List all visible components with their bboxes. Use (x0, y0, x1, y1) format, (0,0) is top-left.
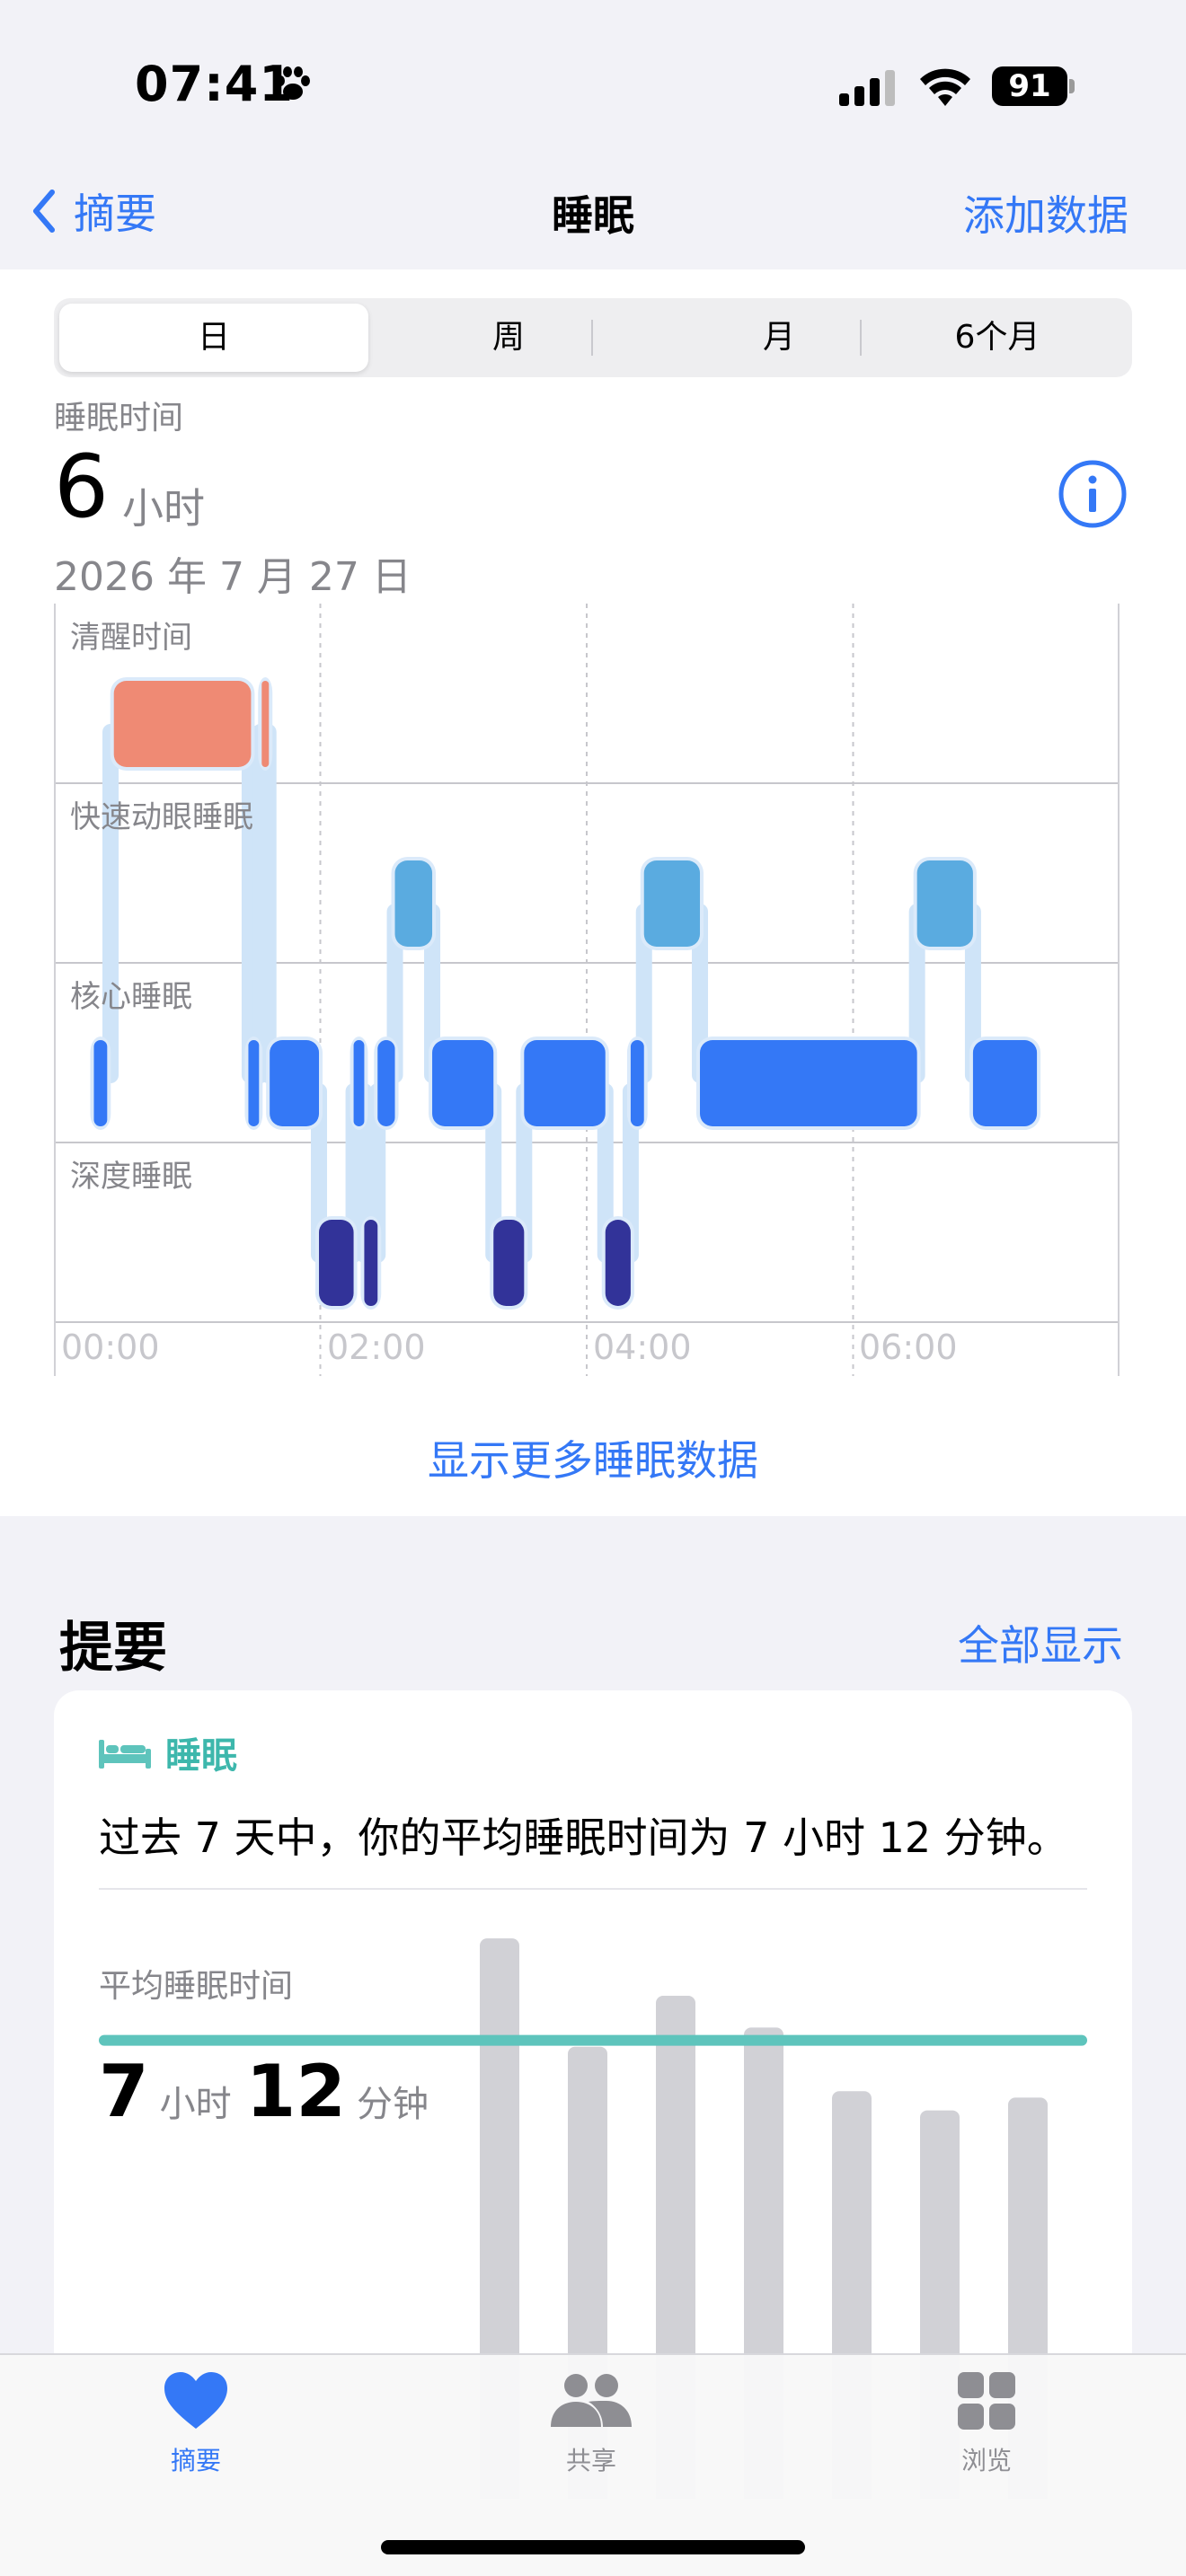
status-time: 07:41 (135, 56, 294, 112)
grid-icon (958, 2372, 1015, 2430)
battery-level: 91 (992, 66, 1067, 106)
average-sleep-value: 7 小时 12 分钟 (99, 2050, 443, 2133)
segment-six-months[interactable]: 6个月 (863, 298, 1132, 377)
stage-bar-core (353, 1040, 365, 1126)
x-tick-label: 04:00 (593, 1328, 692, 1367)
x-tick-label: 06:00 (859, 1328, 958, 1367)
summary-text: 过去 7 天中，你的平均睡眠时间为 7 小时 12 分钟。 (99, 1813, 1068, 1862)
tab-browse[interactable]: 浏览 (897, 2371, 1076, 2477)
people-icon (551, 2374, 632, 2427)
stage-bar-deep (319, 1220, 354, 1306)
stage-label-rem: 快速动眼睡眠 (70, 799, 253, 835)
average-minutes: 12 (245, 2050, 346, 2133)
segment-week[interactable]: 周 (374, 298, 643, 377)
bed-icon (99, 1740, 151, 1769)
stage-bar-deep (364, 1220, 378, 1306)
metric-value: 6 (54, 437, 110, 537)
metric-date: 2026 年 7 月 27 日 (54, 554, 412, 600)
stage-bar-deep (493, 1220, 525, 1306)
stage-bar-core (524, 1040, 606, 1126)
stage-bar-core (972, 1040, 1038, 1126)
summary-divider (99, 1888, 1087, 1890)
info-icon[interactable] (1057, 458, 1128, 530)
summary-card-header: 睡眠 (99, 1726, 237, 1778)
tab-summary[interactable]: 摘要 (106, 2371, 286, 2477)
x-tick-label: 02:00 (327, 1328, 426, 1367)
x-tick-label: 00:00 (61, 1328, 160, 1367)
battery-tip (1069, 79, 1075, 93)
average-hours: 7 (99, 2050, 149, 2133)
add-data-button[interactable]: 添加数据 (963, 183, 1128, 243)
stage-bar-core (93, 1040, 108, 1126)
sleep-stages-svg (54, 604, 1120, 1376)
stage-bar-core (432, 1040, 494, 1126)
tab-label: 共享 (565, 2446, 616, 2475)
metric-unit: 小时 (122, 484, 205, 533)
stage-bar-core (248, 1040, 260, 1126)
stage-transition (102, 724, 119, 1083)
stage-bar-awake (261, 681, 270, 767)
home-indicator (381, 2540, 805, 2554)
segment-day[interactable]: 日 (54, 298, 374, 377)
tab-sharing[interactable]: 共享 (501, 2371, 681, 2477)
summary-category: 睡眠 (165, 1735, 237, 1777)
stage-bar-core (377, 1040, 395, 1126)
stage-bar-rem (394, 860, 433, 947)
cellular-signal-icon (839, 70, 895, 106)
stage-bar-rem (643, 860, 701, 947)
stage-bar-core (270, 1040, 320, 1126)
hours-unit: 小时 (159, 2084, 232, 2125)
tab-label: 摘要 (170, 2446, 221, 2475)
stage-label-awake: 清醒时间 (70, 620, 192, 656)
show-all-link[interactable]: 全部显示 (958, 1613, 1123, 1672)
summary-section-title: 提要 (59, 1617, 167, 1680)
minutes-unit: 分钟 (357, 2084, 429, 2125)
heart-icon (164, 2372, 227, 2429)
stage-bar-deep (605, 1220, 631, 1306)
stage-label-core: 核心睡眠 (70, 979, 192, 1015)
time-range-segmented-control: 日 周 月 6个月 (54, 298, 1132, 377)
stage-transition (260, 724, 277, 1083)
stage-label-deep: 深度睡眠 (70, 1159, 192, 1195)
wifi-icon (920, 68, 970, 106)
metric-label: 睡眠时间 (54, 400, 184, 437)
stage-bar-awake (113, 681, 252, 767)
show-more-sleep-data-link[interactable]: 显示更多睡眠数据 (0, 1428, 1186, 1487)
stage-bar-core (630, 1040, 644, 1126)
battery-indicator: 91 (992, 66, 1075, 106)
tab-label: 浏览 (960, 2446, 1012, 2475)
stage-bar-core (700, 1040, 917, 1126)
sleep-stages-chart: 清醒时间 快速动眼睡眠 核心睡眠 深度睡眠 00:00 02:00 04:00 … (54, 604, 1120, 1381)
average-line (99, 2034, 1087, 2046)
paw-icon (276, 66, 310, 100)
stage-bar-rem (916, 860, 973, 947)
average-sleep-label: 平均睡眠时间 (99, 1968, 294, 2005)
